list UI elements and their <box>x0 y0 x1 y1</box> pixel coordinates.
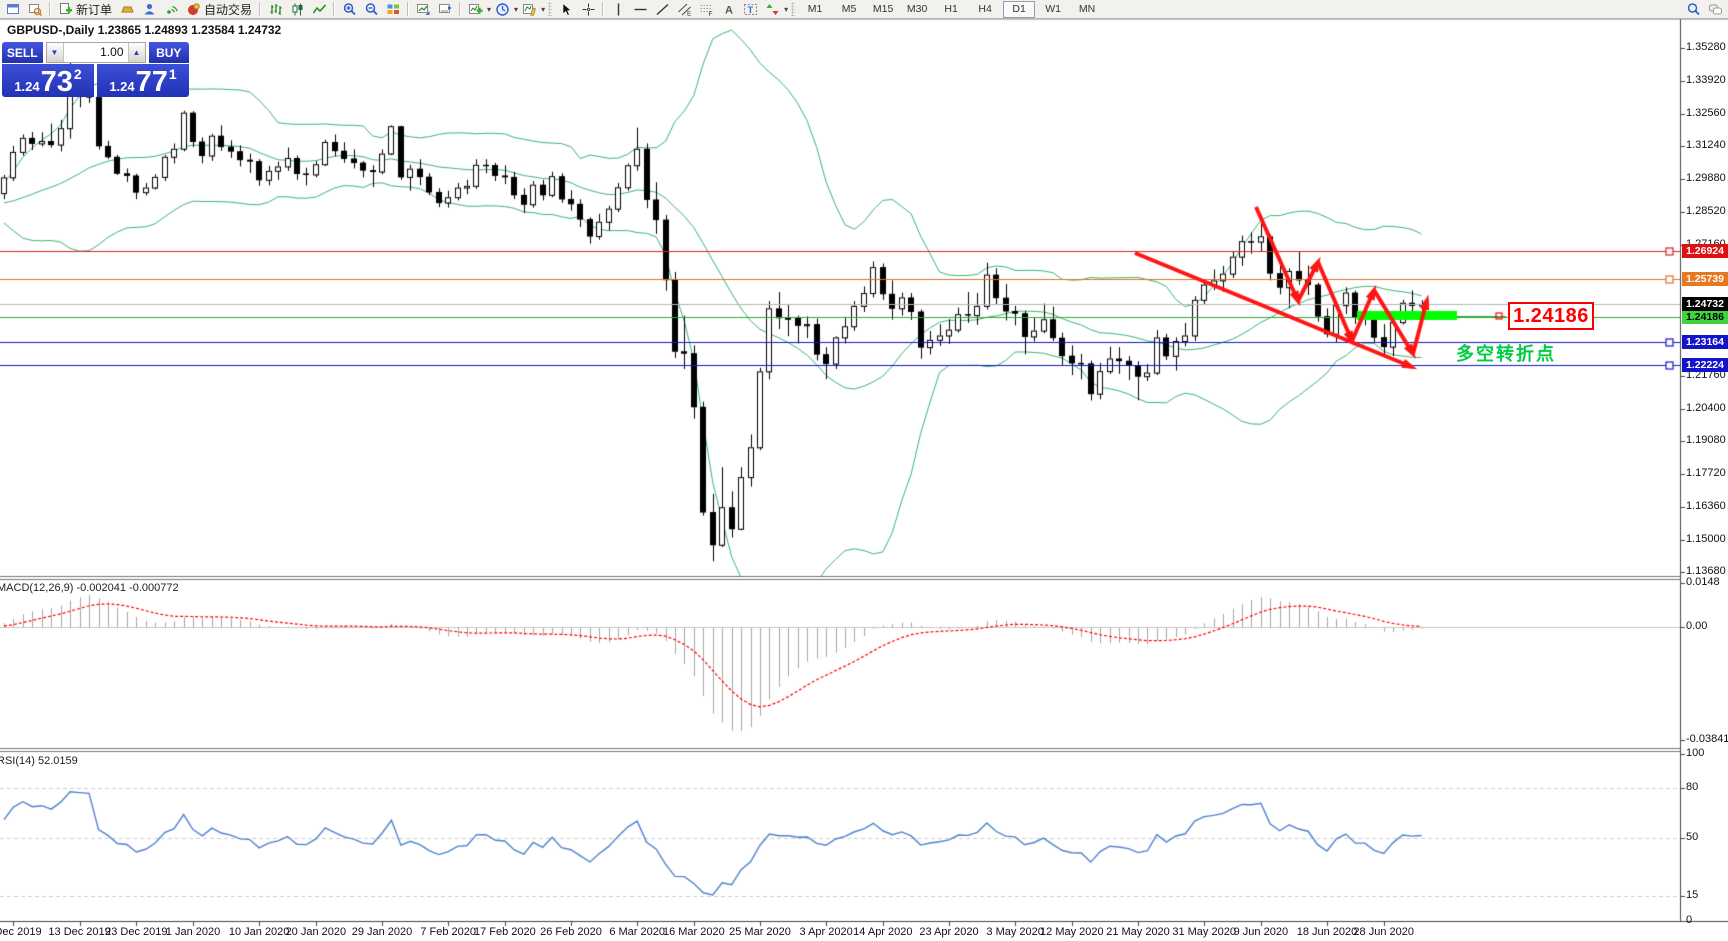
rsi-indicator-label: RSI(14) 52.0159 <box>0 755 78 767</box>
timeframe-M1[interactable]: M1 <box>799 1 831 18</box>
sell-price-small: 1.24 <box>14 79 40 94</box>
annotation-note-text[interactable]: 多空转折点 <box>1456 340 1556 366</box>
macd-indicator-label: MACD(12,26,9) -0.002041 -0.000772 <box>0 582 179 594</box>
community-icon[interactable] <box>139 1 159 17</box>
timeframe-M15[interactable]: M15 <box>867 1 899 18</box>
chart-preview-icon[interactable] <box>25 1 45 17</box>
toolbar-separator <box>602 2 605 16</box>
volume-input[interactable]: 1.00 <box>62 43 129 62</box>
label-icon[interactable]: T <box>740 1 760 17</box>
timeframe-H4[interactable]: H4 <box>969 1 1001 18</box>
chart-title: GBPUSD-,Daily 1.23865 1.24893 1.23584 1.… <box>7 23 281 37</box>
toolbar-grip[interactable] <box>791 2 796 16</box>
periods-icon[interactable] <box>492 1 512 17</box>
volume-increase-button[interactable]: ▲ <box>128 43 145 62</box>
price-callout-label[interactable]: 1.24186 <box>1508 302 1594 330</box>
chart-symbol-period: GBPUSD-,Daily <box>7 23 95 37</box>
zoom-out-icon[interactable] <box>361 1 381 17</box>
zoom-in-icon[interactable] <box>339 1 359 17</box>
text-icon[interactable]: A <box>718 1 738 17</box>
buy-price-big: 77 <box>135 66 168 98</box>
line-chart-icon[interactable] <box>309 1 329 17</box>
vline-icon[interactable] <box>608 1 628 17</box>
bar-chart-icon[interactable] <box>265 1 285 17</box>
timeframe-D1[interactable]: D1 <box>1003 0 1036 18</box>
buy-price-small: 1.24 <box>109 79 135 94</box>
dropdown-caret-icon[interactable]: ▾ <box>784 5 788 14</box>
timeframe-M30[interactable]: M30 <box>901 1 933 18</box>
new-order-label[interactable]: 新订单 <box>76 1 112 18</box>
channel-icon[interactable]: E <box>674 1 694 17</box>
main-toolbar: 新订单 自动交易 ▾ ▾ ▾ E F A T ▾ M1 M5 M15 M30 H1 H4 D1 W1 MN <box>0 0 1728 19</box>
buy-price-display[interactable]: 1.24 77 1 <box>97 64 189 97</box>
crosshair-icon[interactable] <box>578 1 598 17</box>
svg-text:F: F <box>708 11 712 17</box>
candle-chart-icon[interactable] <box>287 1 307 17</box>
search-icon[interactable] <box>1683 1 1703 17</box>
indicators-icon[interactable] <box>465 1 485 17</box>
toolbar-right-group <box>1682 1 1726 17</box>
chat-icon[interactable] <box>1705 1 1725 17</box>
toolbar-separator <box>407 2 410 16</box>
toolbar-separator <box>49 2 51 16</box>
trendline-icon[interactable] <box>652 1 672 17</box>
gold-icon[interactable] <box>117 1 137 17</box>
buy-button[interactable]: BUY <box>148 42 189 63</box>
sell-button[interactable]: SELL <box>2 42 43 63</box>
svg-text:E: E <box>687 10 692 17</box>
timeframe-H1[interactable]: H1 <box>935 1 967 18</box>
svg-text:A: A <box>725 4 733 16</box>
signals-icon[interactable] <box>161 1 181 17</box>
toolbar-separator <box>333 2 336 16</box>
auto-arrange-icon[interactable] <box>413 1 433 17</box>
dropdown-caret-icon[interactable]: ▾ <box>487 5 491 14</box>
volume-decrease-button[interactable]: ▼ <box>46 43 63 62</box>
toolbar-separator <box>459 2 462 16</box>
timeframe-M5[interactable]: M5 <box>833 1 865 18</box>
sell-price-big: 73 <box>40 66 73 98</box>
sell-price-display[interactable]: 1.24 73 2 <box>2 64 94 97</box>
new-order-icon[interactable] <box>55 1 75 17</box>
svg-text:T: T <box>747 5 753 16</box>
window-icon[interactable] <box>3 1 23 17</box>
tile-windows-icon[interactable] <box>383 1 403 17</box>
cursor-icon[interactable] <box>556 1 576 17</box>
one-click-trading-panel: SELL ▼ 1.00 ▲ BUY 1.24 73 2 1.24 77 1 <box>2 42 189 97</box>
autotrade-label[interactable]: 自动交易 <box>204 1 252 18</box>
fibonacci-icon[interactable]: F <box>696 1 716 17</box>
chart-ohlc-values: 1.23865 1.24893 1.23584 1.24732 <box>97 23 282 37</box>
dropdown-caret-icon[interactable]: ▾ <box>541 5 545 14</box>
autotrade-icon[interactable] <box>183 1 203 17</box>
timeframe-MN[interactable]: MN <box>1071 1 1103 18</box>
hline-icon[interactable] <box>630 1 650 17</box>
dropdown-caret-icon[interactable]: ▾ <box>514 5 518 14</box>
arrows-icon[interactable] <box>762 1 782 17</box>
price-chart-canvas[interactable] <box>0 0 1728 941</box>
timeframe-W1[interactable]: W1 <box>1037 1 1069 18</box>
toolbar-grip[interactable] <box>548 2 553 16</box>
buy-price-sup: 1 <box>168 66 177 82</box>
templates-icon[interactable] <box>519 1 539 17</box>
chart-shift-icon[interactable] <box>435 1 455 17</box>
sell-price-sup: 2 <box>73 66 82 82</box>
volume-stepper: ▼ 1.00 ▲ <box>45 42 146 63</box>
toolbar-separator <box>259 2 262 16</box>
